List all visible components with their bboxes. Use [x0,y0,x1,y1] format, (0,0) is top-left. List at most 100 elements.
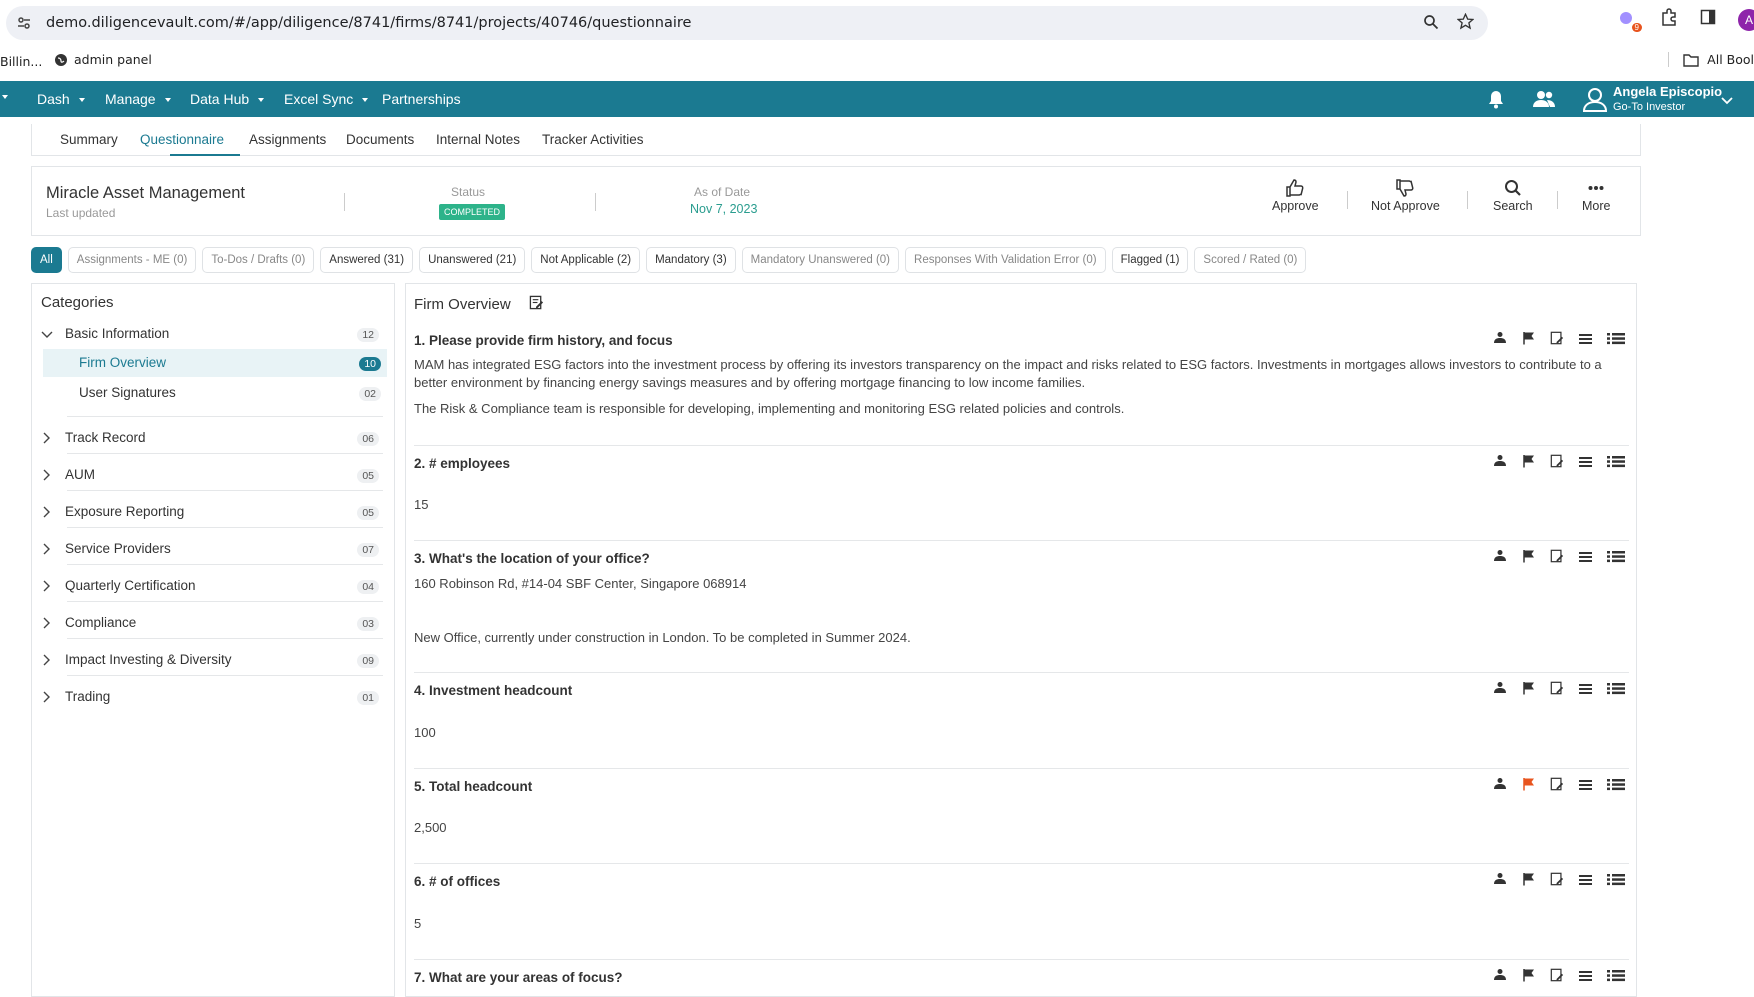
tab-summary[interactable]: Summary [60,132,118,147]
flag-icon[interactable] [1522,454,1536,473]
category-compliance[interactable]: Compliance 03 [41,608,383,638]
search-button[interactable]: Search [1493,177,1533,213]
comments-icon[interactable] [1578,682,1593,700]
flag-icon[interactable] [1522,872,1536,891]
nav-partnerships[interactable]: Partnerships [382,91,461,107]
address-bar[interactable]: demo.diligencevault.com/#/app/diligence/… [6,6,1488,40]
nav-dash[interactable]: Dash [37,91,85,107]
tab-assignments[interactable]: Assignments [249,132,326,147]
category-service-providers[interactable]: Service Providers 07 [41,534,383,564]
filter-all[interactable]: All [31,247,62,273]
nav-manage[interactable]: Manage [105,91,171,107]
side-panel-icon[interactable] [1700,9,1716,30]
list-details-icon[interactable] [1607,682,1625,700]
approve-button[interactable]: Approve [1272,177,1319,213]
extensions-icon[interactable] [1660,8,1678,31]
chevron-right-icon [41,691,51,706]
answer-text: MAM has integrated ESG factors into the … [414,357,1602,390]
category-impact-investing-diversity[interactable]: Impact Investing & Diversity 09 [41,645,383,675]
bookmark-billing[interactable]: Billin... [0,54,42,69]
filter-not-applicable[interactable]: Not Applicable (2) [531,247,641,273]
category-aum[interactable]: AUM 05 [41,460,383,490]
flag-icon[interactable] [1522,968,1536,987]
assign-icon[interactable] [1492,968,1508,987]
edit-note-icon[interactable] [1550,331,1564,350]
comments-icon[interactable] [1578,969,1593,987]
edit-note-icon[interactable] [1550,777,1564,796]
extension-badge-icon[interactable]: 9 [1618,10,1642,32]
users-icon[interactable] [1532,90,1556,111]
assign-icon[interactable] [1492,331,1508,350]
flag-icon[interactable] [1522,549,1536,568]
browser-toolbar: demo.diligencevault.com/#/app/diligence/… [0,0,1754,46]
star-icon[interactable] [1456,12,1475,35]
category-label: Trading [65,689,111,704]
category-label: Basic Information [65,326,170,341]
question-title: 6. # of offices [414,874,501,889]
comments-icon[interactable] [1578,550,1593,568]
assign-icon[interactable] [1492,454,1508,473]
edit-note-icon[interactable] [529,295,544,314]
nav-excel-sync[interactable]: Excel Sync [284,91,369,107]
flag-icon[interactable] [1522,681,1536,700]
subcategory-firm-overview[interactable]: Firm Overview 10 [43,349,387,377]
nav-data-hub[interactable]: Data Hub [190,91,265,107]
profile-avatar[interactable]: A [1738,8,1754,31]
caret-icon [78,98,85,102]
tab-tracker-activities[interactable]: Tracker Activities [542,132,644,147]
more-button[interactable]: More [1582,177,1610,213]
category-quarterly-certification[interactable]: Quarterly Certification 04 [41,571,383,601]
all-bookmarks[interactable]: All Bool [1668,52,1754,67]
category-basic-information[interactable]: Basic Information 12 [41,319,383,349]
list-details-icon[interactable] [1607,550,1625,568]
filter-assignments-me[interactable]: Assignments - ME (0) [67,247,197,273]
filter-scored-rated[interactable]: Scored / Rated (0) [1194,247,1307,273]
assign-icon[interactable] [1492,681,1508,700]
list-details-icon[interactable] [1607,778,1625,796]
flag-icon-flagged[interactable] [1522,777,1536,796]
list-details-icon[interactable] [1607,969,1625,987]
url-text[interactable]: demo.diligencevault.com/#/app/diligence/… [46,15,691,31]
list-details-icon[interactable] [1607,332,1625,350]
tab-questionnaire[interactable]: Questionnaire [140,132,224,147]
chevron-down-icon[interactable] [1721,93,1733,109]
assign-icon[interactable] [1492,549,1508,568]
comments-icon[interactable] [1578,873,1593,891]
edit-note-icon[interactable] [1550,549,1564,568]
tab-internal-notes[interactable]: Internal Notes [436,132,520,147]
category-track-record[interactable]: Track Record 06 [41,423,383,453]
filter-mandatory-unanswered[interactable]: Mandatory Unanswered (0) [741,247,900,273]
list-details-icon[interactable] [1607,873,1625,891]
filter-flagged[interactable]: Flagged (1) [1111,247,1189,273]
edit-note-icon[interactable] [1550,454,1564,473]
edit-note-icon[interactable] [1550,681,1564,700]
filter-todos-drafts[interactable]: To-Dos / Drafts (0) [202,247,315,273]
bell-icon[interactable] [1487,89,1505,112]
edit-note-icon[interactable] [1550,968,1564,987]
comments-icon[interactable] [1578,332,1593,350]
tab-documents[interactable]: Documents [346,132,414,147]
category-trading[interactable]: Trading 01 [41,682,383,712]
subcategory-user-signatures[interactable]: User Signatures 02 [43,379,387,407]
flag-icon[interactable] [1522,331,1536,350]
zoom-icon[interactable] [1423,14,1439,35]
filter-validation-error[interactable]: Responses With Validation Error (0) [905,247,1106,273]
comments-icon[interactable] [1578,778,1593,796]
not-approve-button[interactable]: Not Approve [1371,177,1440,213]
edit-note-icon[interactable] [1550,872,1564,891]
category-exposure-reporting[interactable]: Exposure Reporting 05 [41,497,383,527]
filter-answered[interactable]: Answered (31) [320,247,414,273]
question-actions [1492,454,1625,473]
assign-icon[interactable] [1492,777,1508,796]
user-name[interactable]: Angela Episcopio [1613,84,1722,99]
filter-unanswered[interactable]: Unanswered (21) [419,247,526,273]
comments-icon[interactable] [1578,455,1593,473]
filter-mandatory[interactable]: Mandatory (3) [646,247,736,273]
section-header: Firm Overview [414,295,544,314]
user-avatar-icon[interactable] [1582,86,1608,115]
bookmark-admin-panel[interactable]: admin panel [54,52,152,67]
list-details-icon[interactable] [1607,455,1625,473]
site-settings-icon[interactable] [16,15,32,31]
assign-icon[interactable] [1492,872,1508,891]
menu-caret-icon[interactable] [2,95,8,99]
